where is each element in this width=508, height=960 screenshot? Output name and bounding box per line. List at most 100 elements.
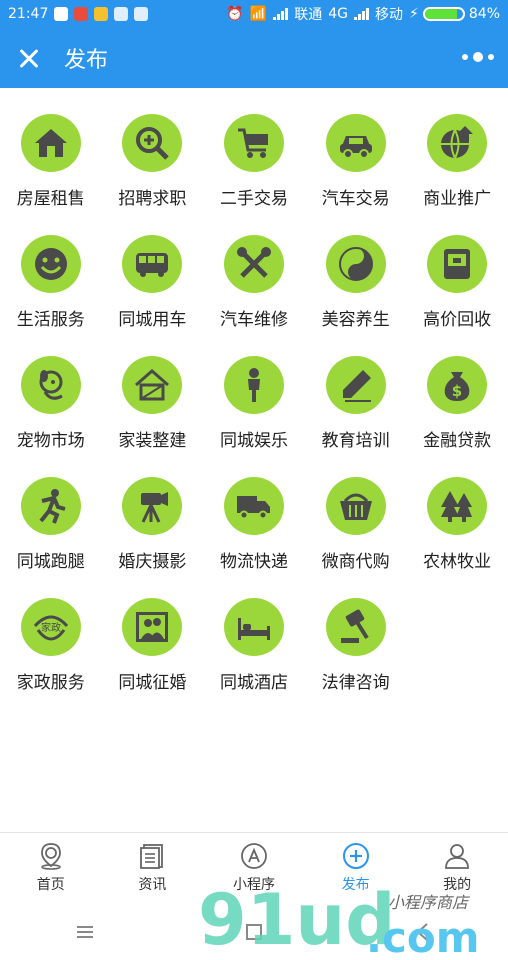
category-smiley[interactable]: 生活服务 xyxy=(0,235,102,330)
nav-label: 小程序 xyxy=(232,876,275,893)
category-label: 金融贷款 xyxy=(423,431,492,451)
gavel-icon xyxy=(325,598,386,656)
category-label: 法律咨询 xyxy=(321,673,390,693)
category-tools[interactable]: 汽车维修 xyxy=(203,235,305,330)
menu-icon[interactable] xyxy=(72,919,98,945)
category-house-build[interactable]: 家装整建 xyxy=(102,356,204,451)
category-runner[interactable]: 同城跑腿 xyxy=(0,477,102,572)
category-label: 教育培训 xyxy=(321,431,390,451)
nav-item-news[interactable]: 资讯 xyxy=(102,833,204,902)
network-type: 4G xyxy=(328,6,349,22)
carrier-1: 联通 xyxy=(294,7,323,23)
category-label: 招聘求职 xyxy=(118,189,187,209)
globe-arrow-icon xyxy=(427,114,488,172)
more-icon[interactable] xyxy=(462,52,494,62)
category-pen[interactable]: 教育培训 xyxy=(305,356,407,451)
category-couple-photo[interactable]: 同城征婚 xyxy=(102,598,204,693)
category-label: 同城跑腿 xyxy=(16,552,85,572)
carrier-2: 移动 xyxy=(375,7,404,23)
house-build-icon xyxy=(122,356,183,414)
magnifier-plus-icon xyxy=(122,114,183,172)
svg-text:$: $ xyxy=(452,382,462,400)
close-icon[interactable] xyxy=(14,43,44,73)
app-bar: 发布 xyxy=(0,28,508,88)
signal-icon-2 xyxy=(354,8,370,20)
category-label: 同城娱乐 xyxy=(219,431,288,451)
tools-icon xyxy=(223,235,284,293)
category-label: 汽车维修 xyxy=(219,310,288,330)
category-person[interactable]: 同城娱乐 xyxy=(203,356,305,451)
notification-app-icon-4 xyxy=(134,7,149,21)
shopping-cart-icon xyxy=(223,114,284,172)
category-label: 房屋租售 xyxy=(16,189,85,209)
bed-icon xyxy=(223,598,284,656)
category-label: 家装整建 xyxy=(118,431,187,451)
category-label: 物流快递 xyxy=(219,552,288,572)
page-title: 发布 xyxy=(64,48,109,73)
category-bus[interactable]: 同城用车 xyxy=(102,235,204,330)
nav-label: 发布 xyxy=(341,876,370,893)
category-truck[interactable]: 物流快递 xyxy=(203,477,305,572)
home-square-icon[interactable] xyxy=(241,919,267,945)
status-bar: 21:47 ⏰ 📶 联通 4G 移动 ⚡ 84% xyxy=(0,0,508,28)
category-trees[interactable]: 农林牧业 xyxy=(406,477,508,572)
category-yin-yang[interactable]: 美容养生 xyxy=(305,235,407,330)
category-money-bag[interactable]: $ 金融贷款 xyxy=(406,356,508,451)
yin-yang-icon xyxy=(325,235,386,293)
usb-icon xyxy=(54,7,69,21)
category-label: 家政服务 xyxy=(16,673,85,693)
back-icon[interactable] xyxy=(410,919,436,945)
trees-icon xyxy=(427,477,488,535)
category-bed[interactable]: 同城酒店 xyxy=(203,598,305,693)
category-label: 同城征婚 xyxy=(118,673,187,693)
category-housekeeping[interactable]: 家政 家政服务 xyxy=(0,598,102,693)
category-gavel[interactable]: 法律咨询 xyxy=(305,598,407,693)
category-label: 汽车交易 xyxy=(321,189,390,209)
category-magnifier-plus[interactable]: 招聘求职 xyxy=(102,114,204,209)
category-label: 微商代购 xyxy=(321,552,390,572)
category-label: 商业推广 xyxy=(423,189,492,209)
notification-app-icon-3 xyxy=(114,7,129,21)
charging-icon: ⚡ xyxy=(409,6,419,22)
user-icon xyxy=(443,842,471,870)
news-icon xyxy=(138,842,166,870)
nav-item-plus-circle[interactable]: 发布 xyxy=(305,833,407,902)
housekeeping-badge-text: 家政 xyxy=(41,621,61,634)
runner-icon xyxy=(20,477,81,535)
category-label: 生活服务 xyxy=(16,310,85,330)
category-car[interactable]: 汽车交易 xyxy=(305,114,407,209)
nav-item-mini-program[interactable]: 小程序 xyxy=(203,833,305,902)
system-nav-bar xyxy=(0,903,508,960)
device-icon xyxy=(427,235,488,293)
wifi-icon: 📶 xyxy=(249,6,268,22)
category-label: 同城用车 xyxy=(118,310,187,330)
category-device[interactable]: 高价回收 xyxy=(406,235,508,330)
notification-app-icon xyxy=(74,7,89,21)
category-grid: 房屋租售 招聘求职 二手交易 汽车交易 商业推广生活服务 同城用车 汽车维修 美容养生 高价回收… xyxy=(0,88,508,693)
category-label: 农林牧业 xyxy=(423,552,492,572)
battery-percent: 84% xyxy=(468,6,500,22)
nav-item-user[interactable]: 我的 xyxy=(406,833,508,902)
map-pin-icon xyxy=(37,842,65,870)
category-house[interactable]: 房屋租售 xyxy=(0,114,102,209)
pen-icon xyxy=(325,356,386,414)
alarm-icon: ⏰ xyxy=(226,6,244,22)
nav-item-map-pin[interactable]: 首页 xyxy=(0,833,102,902)
battery: ⚡ 84% xyxy=(409,6,500,22)
status-left: 21:47 xyxy=(8,6,149,22)
housekeeping-icon: 家政 xyxy=(20,598,81,656)
bus-icon xyxy=(122,235,183,293)
nav-label: 资讯 xyxy=(138,876,167,893)
category-shopping-cart[interactable]: 二手交易 xyxy=(203,114,305,209)
nav-label: 我的 xyxy=(443,876,472,893)
signal-icon-1 xyxy=(273,8,289,20)
truck-icon xyxy=(223,477,284,535)
plus-circle-icon xyxy=(342,842,370,870)
category-globe-arrow[interactable]: 商业推广 xyxy=(406,114,508,209)
category-basket[interactable]: 微商代购 xyxy=(305,477,407,572)
category-camera-tripod[interactable]: 婚庆摄影 xyxy=(102,477,204,572)
category-dog[interactable]: 宠物市场 xyxy=(0,356,102,451)
category-label: 同城酒店 xyxy=(219,673,288,693)
category-label: 二手交易 xyxy=(219,189,288,209)
money-bag-icon: $ xyxy=(427,356,488,414)
